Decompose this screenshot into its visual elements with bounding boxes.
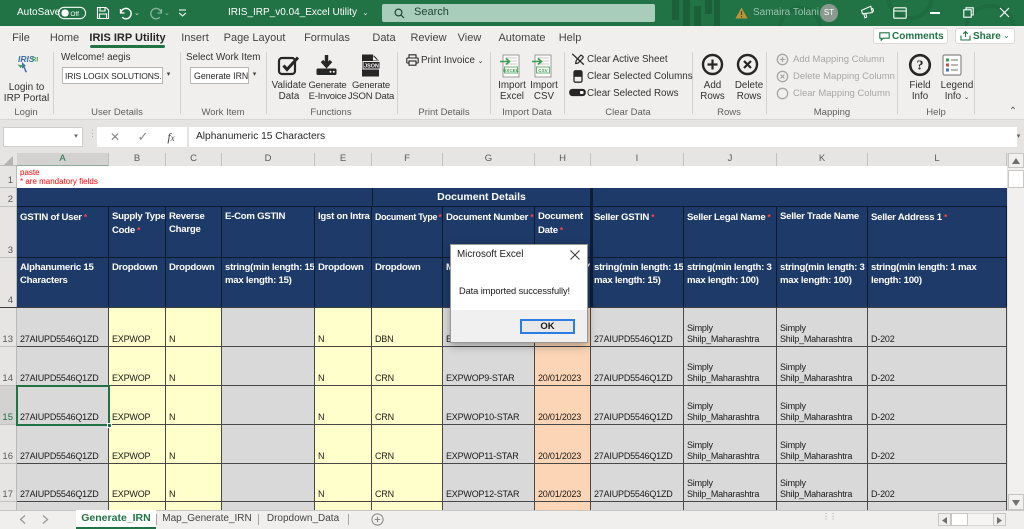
svg-text:JSON: JSON [364,63,379,69]
svg-text:?: ? [917,59,924,74]
svg-text:Off: Off [70,11,79,18]
svg-text:RP: RP [32,58,38,64]
svg-text:EXCEL: EXCEL [503,68,519,73]
svg-text:CSV: CSV [538,68,548,73]
